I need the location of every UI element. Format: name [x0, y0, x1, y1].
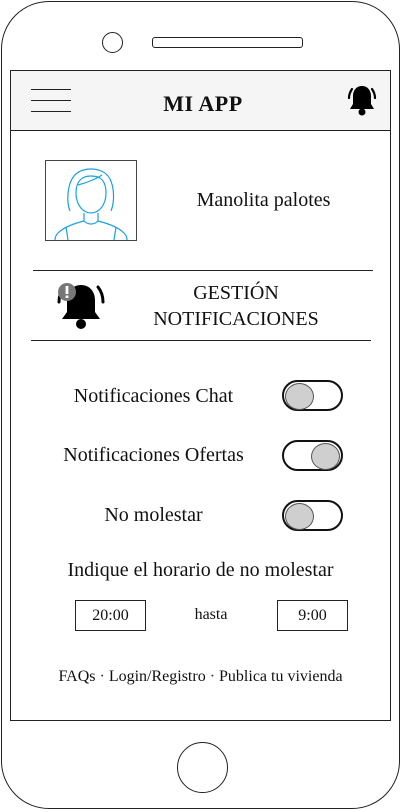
- app-title: MI APP: [163, 91, 243, 116]
- camera-icon: [102, 32, 123, 53]
- publish-property-link[interactable]: Publica tu vivienda: [219, 668, 343, 685]
- user-name: Manolita palotes: [196, 189, 331, 211]
- female-user-avatar-icon: [54, 168, 128, 241]
- do-not-disturb-label: No molestar: [104, 504, 203, 526]
- footer-separator: ·: [99, 668, 105, 685]
- speaker-grille: [152, 37, 303, 48]
- offers-notifications-label: Notificaciones Ofertas: [63, 444, 244, 466]
- toggle-knob: [285, 503, 314, 530]
- section-title: GESTIÓN NOTIFICACIONES: [121, 280, 351, 332]
- section-title-line1: GESTIÓN: [193, 282, 279, 304]
- login-register-link[interactable]: Login/Registro: [109, 668, 206, 685]
- chat-notifications-label: Notificaciones Chat: [73, 385, 234, 407]
- schedule-label: Indique el horario de no molestar: [67, 559, 334, 581]
- until-label: hasta: [194, 606, 228, 623]
- footer-separator: ·: [209, 668, 216, 685]
- end-time-input[interactable]: [277, 600, 348, 631]
- faqs-link[interactable]: FAQs: [58, 668, 95, 685]
- home-button[interactable]: [177, 742, 228, 793]
- bell-icon[interactable]: [347, 83, 377, 117]
- start-time-input[interactable]: [75, 600, 146, 631]
- avatar[interactable]: [45, 160, 137, 241]
- offers-notifications-toggle[interactable]: [282, 440, 343, 471]
- bell-alert-icon: [57, 283, 105, 329]
- do-not-disturb-toggle[interactable]: [282, 500, 343, 531]
- divider-bottom: [31, 340, 371, 341]
- chat-notifications-toggle[interactable]: [282, 380, 343, 411]
- app-bar: MI APP: [11, 71, 390, 131]
- toggle-knob: [285, 383, 314, 410]
- toggle-knob: [311, 443, 340, 470]
- divider-top: [33, 270, 373, 271]
- section-title-line2: NOTIFICACIONES: [153, 308, 319, 330]
- app-screen: MI APP Manolita palotes GESTIÓN NOTIFICA…: [10, 70, 391, 721]
- footer-links: FAQs · Login/Registro · Publica tu vivie…: [11, 668, 390, 686]
